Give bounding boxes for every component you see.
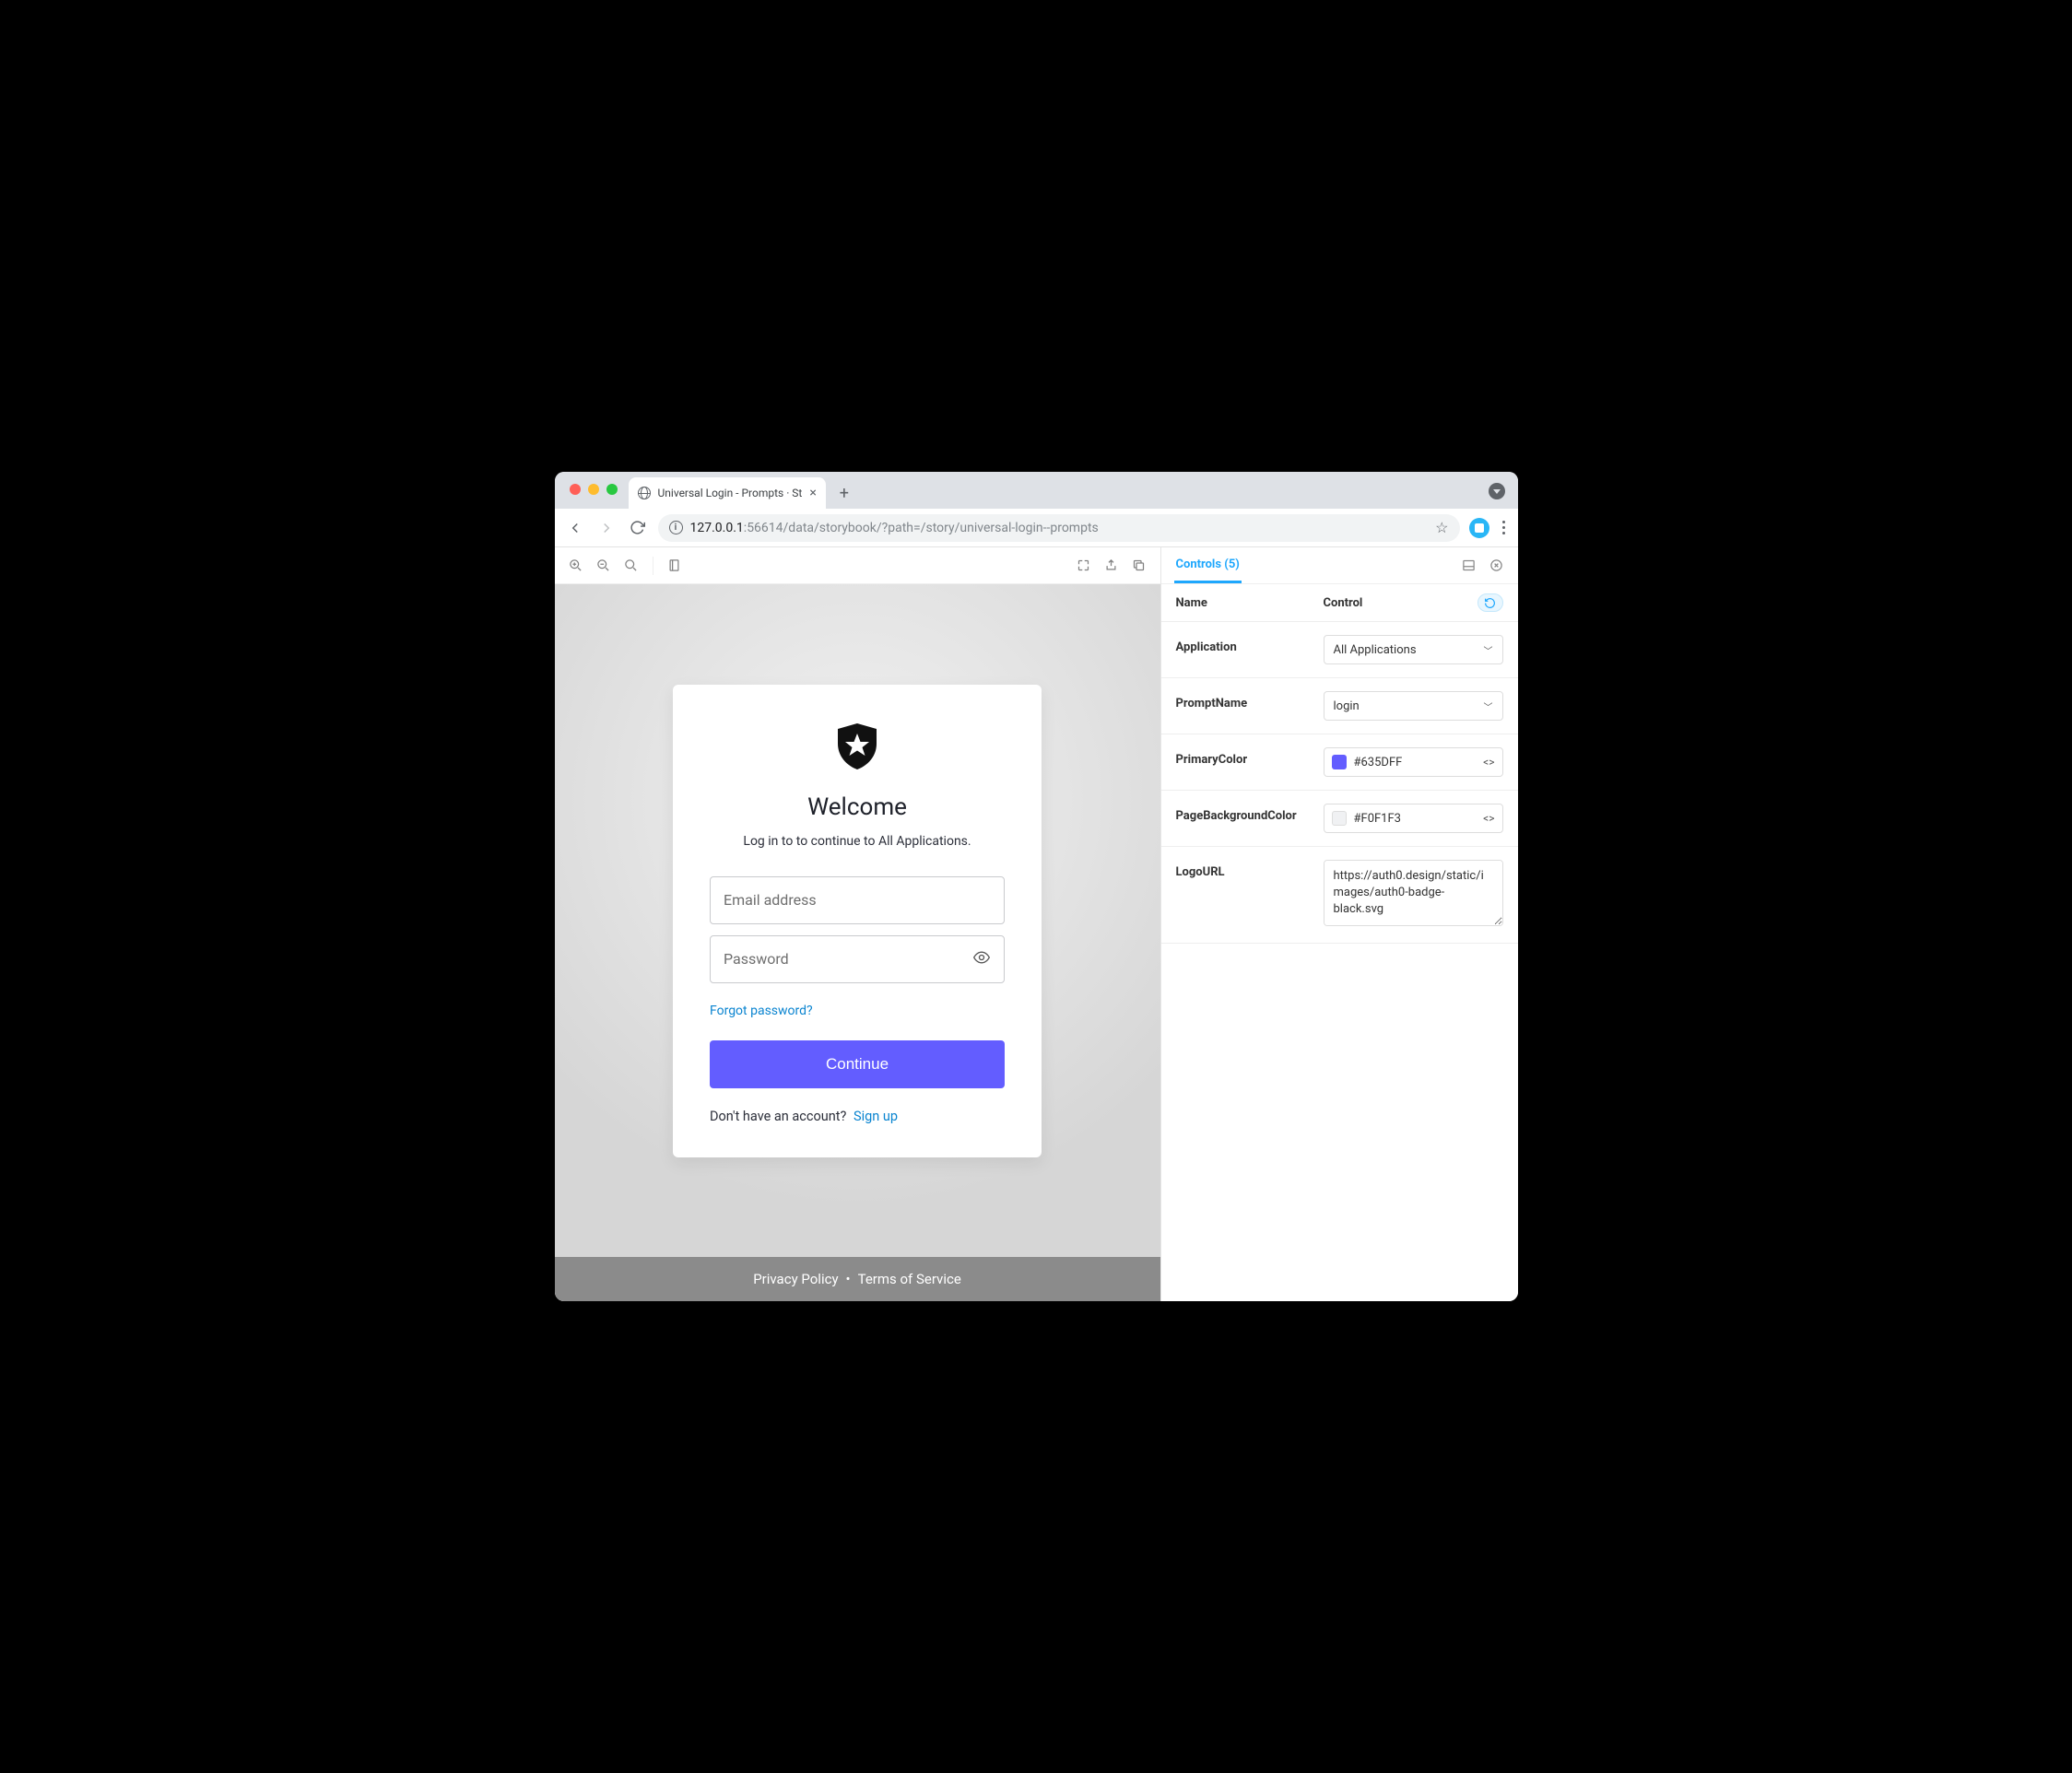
reload-button[interactable] <box>627 517 649 539</box>
minimize-window[interactable] <box>588 484 599 495</box>
new-tab-button[interactable]: + <box>831 480 857 506</box>
logo <box>710 722 1005 771</box>
extension-icon[interactable] <box>1469 518 1489 538</box>
shield-star-icon <box>834 722 880 771</box>
zoom-in-icon[interactable] <box>568 558 584 574</box>
globe-icon <box>638 487 651 499</box>
control-logourl: LogoURL <box>1161 847 1518 944</box>
copy-icon[interactable] <box>1131 558 1148 574</box>
preview-toolbar <box>555 547 1160 584</box>
fullscreen-icon[interactable] <box>1076 558 1092 574</box>
login-card: Welcome Log in to to continue to All App… <box>673 685 1042 1157</box>
address-bar: i 127.0.0.1:56614/data/storybook/?path=/… <box>555 509 1518 547</box>
tab-title: Universal Login - Prompts · St <box>658 487 803 499</box>
application-select[interactable]: All Applications ﹀ <box>1324 635 1503 664</box>
password-placeholder: Password <box>724 950 789 968</box>
back-button[interactable] <box>564 517 586 539</box>
show-password-icon[interactable] <box>972 948 991 970</box>
addons-panel: Controls (5) Name Control Application Al… <box>1160 547 1518 1301</box>
chevron-down-icon: ﹀ <box>1484 643 1493 657</box>
window-controls <box>570 484 618 495</box>
tab-strip: Universal Login - Prompts · St × + <box>555 472 1518 509</box>
color-swatch[interactable] <box>1332 755 1347 769</box>
zoom-reset-icon[interactable] <box>623 558 640 574</box>
preview-canvas: Welcome Log in to to continue to All App… <box>555 584 1160 1301</box>
swap-icon[interactable]: <> <box>1483 812 1494 825</box>
pagebackgroundcolor-input[interactable]: #F0F1F3 <> <box>1324 804 1503 833</box>
signup-link[interactable]: Sign up <box>854 1109 898 1124</box>
logourl-textarea[interactable] <box>1324 860 1503 926</box>
control-promptname: PromptName login ﹀ <box>1161 678 1518 734</box>
forward-button[interactable] <box>595 517 618 539</box>
email-placeholder: Email address <box>724 891 817 909</box>
addons-tabs: Controls (5) <box>1161 547 1518 584</box>
privacy-link[interactable]: Privacy Policy <box>753 1271 838 1287</box>
storybook-content: Welcome Log in to to continue to All App… <box>555 547 1518 1301</box>
continue-button[interactable]: Continue <box>710 1040 1005 1088</box>
password-field[interactable]: Password <box>710 935 1005 983</box>
site-info-icon[interactable]: i <box>669 521 683 534</box>
control-primarycolor: PrimaryColor #635DFF <> <box>1161 734 1518 791</box>
color-swatch[interactable] <box>1332 811 1347 826</box>
open-external-icon[interactable] <box>1103 558 1120 574</box>
zoom-out-icon[interactable] <box>595 558 612 574</box>
login-footer: Privacy Policy • Terms of Service <box>555 1257 1160 1301</box>
bookmark-icon[interactable]: ☆ <box>1435 519 1448 536</box>
close-window[interactable] <box>570 484 581 495</box>
control-application: Application All Applications ﹀ <box>1161 622 1518 678</box>
welcome-heading: Welcome <box>710 793 1005 821</box>
browser-window: Universal Login - Prompts · St × + i 127… <box>555 472 1518 1301</box>
url-input[interactable]: i 127.0.0.1:56614/data/storybook/?path=/… <box>658 514 1460 542</box>
controls-header: Name Control <box>1161 584 1518 622</box>
panel-position-icon[interactable] <box>1461 558 1477 574</box>
signup-prompt: Don't have an account? Sign up <box>710 1109 1005 1124</box>
browser-menu-icon[interactable] <box>1499 517 1509 538</box>
reset-controls-button[interactable] <box>1477 593 1503 612</box>
control-pagebackgroundcolor: PageBackgroundColor #F0F1F3 <> <box>1161 791 1518 847</box>
tos-link[interactable]: Terms of Service <box>858 1271 961 1287</box>
header-name: Name <box>1176 596 1324 610</box>
promptname-select[interactable]: login ﹀ <box>1324 691 1503 721</box>
tabs-dropdown-icon[interactable] <box>1489 483 1505 499</box>
primarycolor-input[interactable]: #635DFF <> <box>1324 747 1503 777</box>
viewport-icon[interactable] <box>666 558 683 574</box>
forgot-password-link[interactable]: Forgot password? <box>710 1004 813 1018</box>
header-control: Control <box>1324 596 1477 610</box>
close-tab-icon[interactable]: × <box>809 486 816 500</box>
browser-tab[interactable]: Universal Login - Prompts · St × <box>629 477 826 509</box>
email-field[interactable]: Email address <box>710 876 1005 924</box>
controls-tab[interactable]: Controls (5) <box>1174 547 1242 583</box>
subtitle: Log in to to continue to All Application… <box>710 834 1005 849</box>
swap-icon[interactable]: <> <box>1483 756 1494 769</box>
maximize-window[interactable] <box>606 484 618 495</box>
close-panel-icon[interactable] <box>1489 558 1505 574</box>
preview-pane: Welcome Log in to to continue to All App… <box>555 547 1160 1301</box>
url-text: 127.0.0.1:56614/data/storybook/?path=/st… <box>690 521 1429 535</box>
chevron-down-icon: ﹀ <box>1484 699 1493 713</box>
